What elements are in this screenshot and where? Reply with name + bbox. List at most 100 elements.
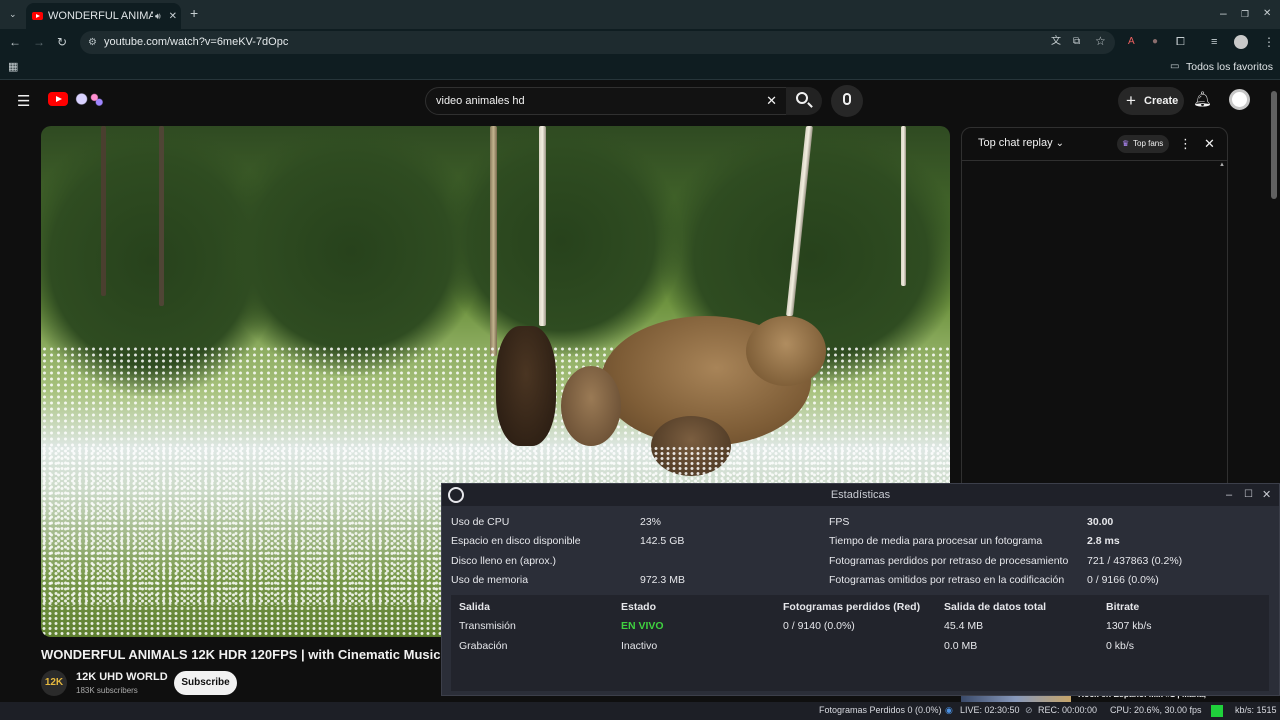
address-bar[interactable]: ⚙ youtube.com/watch?v=6meKV-7dOpc: [80, 31, 1115, 54]
subscriber-count: 183K subscribers: [76, 686, 138, 695]
reload-icon[interactable]: ↻: [57, 36, 67, 48]
speaker-icon[interactable]: 🔊︎: [155, 11, 161, 22]
obs-minimize-icon[interactable]: –: [1226, 484, 1232, 506]
profile-avatar[interactable]: [1234, 35, 1248, 49]
chat-scroll-up-icon[interactable]: ▲: [1219, 162, 1225, 168]
table-cell-output: Transmisión: [459, 620, 516, 632]
media-controls-icon[interactable]: ≡: [1211, 36, 1217, 48]
doodle-icon: [72, 91, 104, 107]
birch-trunk-5: [101, 126, 106, 296]
stat-value-memory: 972.3 MB: [640, 574, 685, 586]
chevron-down-icon: ⌄: [1055, 138, 1065, 149]
window-close-icon[interactable]: ✕: [1263, 8, 1271, 20]
hamburger-menu-icon[interactable]: ☰: [17, 92, 30, 110]
chat-header: Top chat replay ⌄ ♛ Top fans ⋮ ✕: [962, 128, 1227, 161]
obs-window-title: Estadísticas: [830, 489, 891, 501]
table-header-dropped: Fotogramas perdidos (Red): [783, 601, 921, 613]
tab-search-chevron-icon[interactable]: ⌄: [9, 8, 17, 20]
forward-icon[interactable]: →: [33, 36, 45, 48]
install-icon[interactable]: ⧉: [1073, 36, 1080, 48]
status-cpu-fps: CPU: 20.6%, 30.00 fps: [1110, 705, 1202, 715]
create-button[interactable]: + Create: [1118, 87, 1184, 115]
table-cell-status-live: EN VIVO: [621, 620, 664, 632]
live-indicator-icon: ◉: [945, 705, 953, 715]
extension-a-icon[interactable]: A: [1128, 36, 1135, 48]
top-fans-label: Top fans: [1133, 139, 1164, 148]
video-title: WONDERFUL ANIMALS 12K HDR 120FPS | with …: [41, 647, 441, 662]
chat-close-icon[interactable]: ✕: [1204, 136, 1215, 152]
plus-icon: +: [1126, 91, 1136, 110]
apps-grid-icon[interactable]: ▦: [8, 61, 18, 73]
chat-more-icon[interactable]: ⋮: [1179, 136, 1192, 152]
table-cell-total-data: 45.4 MB: [944, 620, 984, 632]
account-avatar[interactable]: [1229, 89, 1250, 110]
status-dropped-frames: Fotogramas Perdidos 0 (0.0%): [819, 705, 942, 715]
outputs-table: Salida Estado Fotogramas perdidos (Red) …: [451, 595, 1269, 691]
stat-label-disk-space: Espacio en disco disponible: [451, 535, 581, 547]
status-kbps: kb/s: 1515: [1235, 705, 1277, 715]
youtube-header: ☰ video animales hd ✕ + Create 🔔︎: [0, 81, 1280, 123]
bookmark-star-icon[interactable]: ☆: [1095, 35, 1106, 47]
translate-icon[interactable]: 文: [1051, 36, 1061, 48]
forest-background-3: [441, 126, 681, 356]
stat-value-encoding-lag: 0 / 9166 (0.0%): [1087, 574, 1159, 586]
chat-mode-dropdown[interactable]: Top chat replay ⌄: [978, 137, 1064, 149]
mother-bear-head: [746, 316, 826, 386]
browser-menu-icon[interactable]: ⋮: [1263, 36, 1275, 48]
new-tab-button[interactable]: +: [190, 6, 198, 20]
stat-value-disk-space: 142.5 GB: [640, 535, 685, 547]
url-text: youtube.com/watch?v=6meKV-7dOpc: [104, 36, 289, 48]
bookmarks-bar: ▦ ▭ Todos los favoritos: [0, 56, 1280, 80]
stat-value-render-lag: 721 / 437863 (0.2%): [1087, 555, 1183, 567]
mic-icon: [843, 93, 851, 105]
site-info-icon[interactable]: ⚙: [88, 31, 97, 54]
youtube-favicon-icon: [32, 12, 43, 20]
stat-value-fps: 30.00: [1087, 516, 1114, 528]
extensions-puzzle-icon[interactable]: ⧠: [1176, 36, 1185, 48]
birch-trunk-4: [901, 126, 906, 286]
obs-logo-icon: [448, 487, 464, 503]
stat-label-cpu: Uso de CPU: [451, 516, 510, 528]
top-fans-chip[interactable]: ♛ Top fans: [1117, 135, 1169, 153]
channel-avatar[interactable]: 12K: [41, 670, 67, 696]
status-health-indicator: [1211, 705, 1223, 717]
obs-maximize-icon[interactable]: ☐: [1244, 484, 1253, 506]
search-button[interactable]: [786, 87, 822, 115]
notifications-bell-icon[interactable]: 🔔︎: [1193, 90, 1212, 108]
voice-search-button[interactable]: [831, 85, 863, 117]
back-icon[interactable]: ←: [9, 36, 21, 48]
status-rec-time: REC: 00:00:00: [1038, 705, 1098, 715]
stat-label-disk-full: Disco lleno en (aprox.): [451, 555, 557, 567]
obs-stats-window: Estadísticas – ☐ ✕ Uso de CPU 23% Espaci…: [441, 483, 1280, 696]
table-cell-bitrate: 1307 kb/s: [1106, 620, 1152, 632]
window-restore-icon[interactable]: ❐: [1241, 8, 1249, 20]
stat-label-render-time: Tiempo de media para procesar un fotogra…: [829, 535, 1043, 547]
stat-label-encoding-lag: Fotogramas omitidos por retraso en la co…: [829, 574, 1065, 586]
birch-trunk: [490, 126, 497, 356]
all-bookmarks-label[interactable]: Todos los favoritos: [1186, 61, 1273, 73]
clear-search-icon[interactable]: ✕: [766, 88, 777, 114]
window-minimize-icon[interactable]: –: [1220, 7, 1227, 19]
stat-label-fps: FPS: [829, 516, 850, 528]
stat-label-memory: Uso de memoria: [451, 574, 529, 586]
browser-tab-strip: ⌄ WONDERFUL ANIMA 🔊︎ ✕ + – ❐ ✕: [0, 0, 1280, 29]
create-label: Create: [1144, 95, 1179, 107]
search-icon-handle: [807, 102, 813, 108]
bear-cub-standing: [496, 326, 556, 446]
browser-tab[interactable]: WONDERFUL ANIMA 🔊︎ ✕: [26, 3, 181, 29]
extension-b-icon[interactable]: ●: [1152, 36, 1158, 48]
tab-close-icon[interactable]: ✕: [169, 11, 177, 22]
table-header-status: Estado: [621, 601, 657, 613]
table-cell-status: Inactivo: [621, 640, 658, 652]
obs-status-bar: Fotogramas Perdidos 0 (0.0%) ◉ LIVE: 02:…: [0, 702, 1280, 720]
subscribe-button[interactable]: Subscribe: [174, 671, 237, 695]
search-input[interactable]: video animales hd ✕: [425, 87, 790, 115]
search-query: video animales hd: [436, 95, 525, 107]
chat-title: Top chat replay: [978, 137, 1053, 149]
channel-name[interactable]: 12K UHD WORLD: [76, 671, 168, 683]
logo-play-icon: [56, 96, 62, 102]
table-cell-total-data: 0.0 MB: [944, 640, 978, 652]
page-scrollbar[interactable]: [1271, 91, 1277, 199]
stat-label-render-lag: Fotogramas perdidos por retraso de proce…: [829, 555, 1069, 567]
obs-close-icon[interactable]: ✕: [1262, 484, 1271, 506]
